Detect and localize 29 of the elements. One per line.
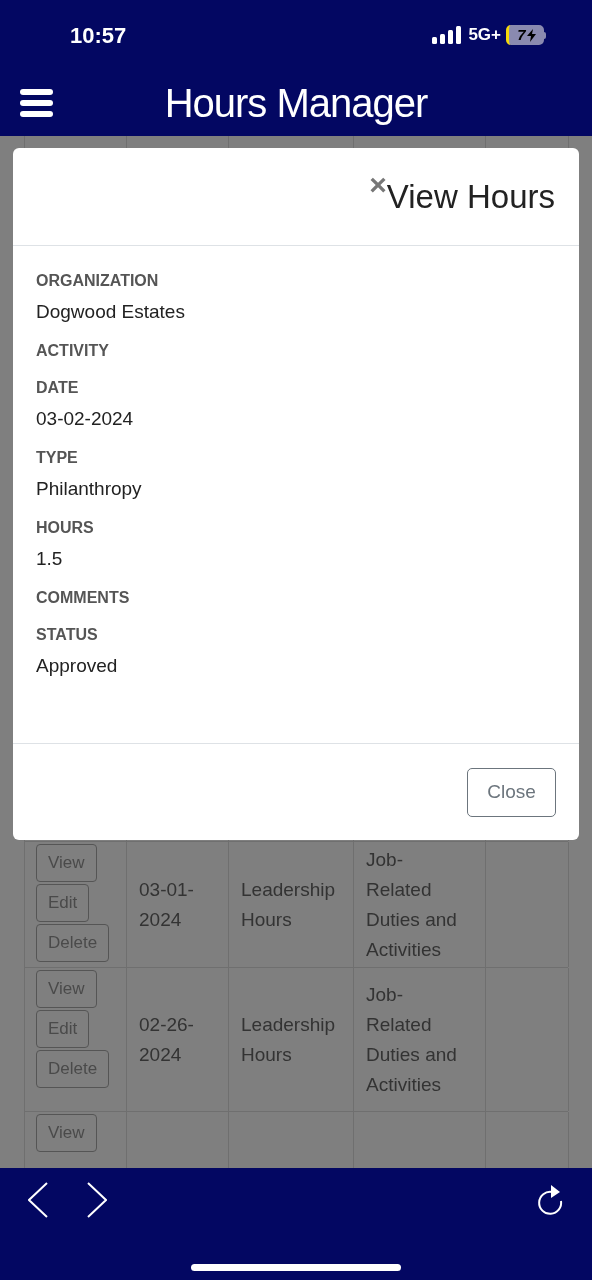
network-label: 5G+ [468, 24, 501, 47]
dialog-title: View Hours [386, 176, 555, 217]
field-value: Approved [36, 654, 119, 678]
type-cell-text: Job-Related Duties and Activities [366, 982, 458, 1097]
field-label: DATE [36, 378, 80, 398]
status-time: 10:57 [70, 21, 127, 50]
activity-cell-text: Leadership Hours [241, 877, 337, 932]
field-label: TYPE [36, 448, 79, 468]
back-icon[interactable] [28, 1182, 48, 1218]
date-cell-text: 02-26-2024 [139, 1012, 195, 1067]
close-button[interactable]: Close [467, 767, 556, 817]
field-label: COMMENTS [36, 588, 131, 608]
field-value: Philanthropy [36, 477, 143, 501]
field-value: 03-02-2024 [36, 407, 135, 431]
field-label: ACTIVITY [36, 341, 110, 361]
forward-icon[interactable] [87, 1182, 107, 1218]
field-label: ORGANIZATION [36, 271, 160, 291]
field-value: 1.5 [36, 547, 64, 571]
type-cell-text: Job-Related Duties and Activities [366, 847, 458, 962]
signal-icon [432, 26, 464, 44]
refresh-icon[interactable] [536, 1184, 564, 1216]
field-label: STATUS [36, 625, 99, 645]
activity-cell-text: Leadership Hours [241, 1012, 337, 1067]
menu-icon[interactable] [20, 89, 53, 117]
date-cell-text: 03-01-2024 [139, 877, 195, 932]
battery-icon: 7 [506, 25, 546, 45]
field-label: HOURS [36, 518, 95, 538]
field-value: Dogwood Estates [36, 300, 186, 324]
app-title: Hours Manager [164, 80, 428, 127]
